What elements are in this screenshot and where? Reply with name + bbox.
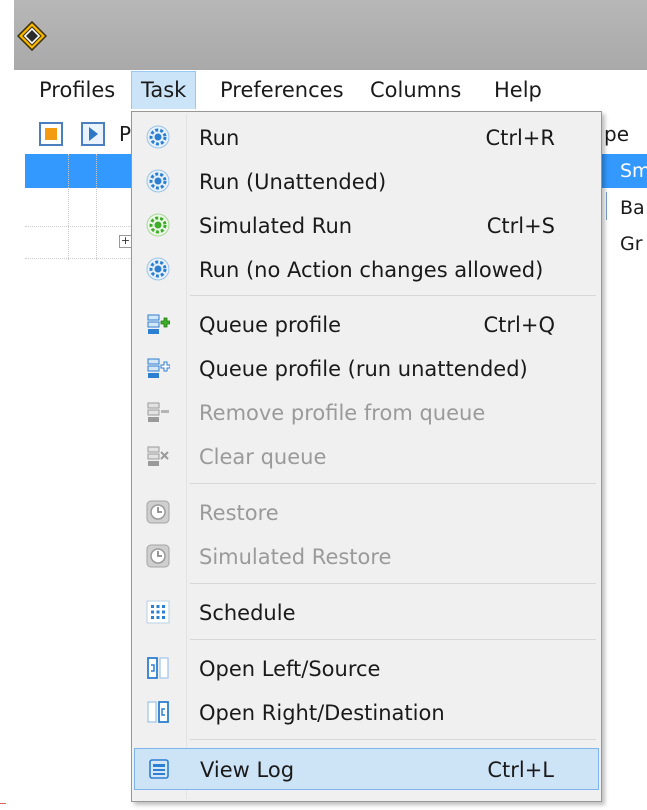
menu-item-run-no-action-changes[interactable]: Run (no Action changes allowed)	[134, 249, 599, 291]
view-log-icon	[149, 759, 169, 779]
menu-item-open-right-destination[interactable]: Open Right/Destination	[134, 692, 599, 734]
menu-separator	[190, 483, 596, 484]
menu-item-label: Run (no Action changes allowed)	[199, 258, 544, 282]
menu-item-run-unattended[interactable]: Run (Unattended)	[134, 161, 599, 203]
stop-icon[interactable]	[39, 122, 63, 146]
menu-item-label: Clear queue	[199, 445, 327, 469]
menu-item-clear-queue[interactable]: Clear queue	[134, 436, 599, 478]
menu-item-view-log[interactable]: View Log Ctrl+L	[134, 748, 599, 790]
menu-item-label: Queue profile	[199, 313, 341, 337]
grid-line	[25, 226, 135, 227]
menu-item-shortcut: Ctrl+Q	[483, 313, 556, 337]
menu-item-label: Run	[199, 126, 240, 150]
queue-clear-icon	[147, 446, 169, 466]
grid-line	[68, 154, 69, 260]
menu-item-label: Simulated Restore	[199, 545, 392, 569]
play-icon[interactable]	[81, 122, 105, 146]
column-header-right: pe	[604, 122, 629, 146]
menu-item-label: Schedule	[199, 601, 296, 625]
edge-marker	[0, 803, 6, 804]
queue-remove-icon	[147, 402, 169, 422]
menu-item-label: Restore	[199, 501, 279, 525]
schedule-grid-icon	[146, 600, 170, 624]
menu-profiles[interactable]: Profiles	[30, 72, 124, 108]
menu-separator	[190, 739, 596, 740]
menu-help[interactable]: Help	[485, 72, 551, 108]
menu-item-label: Simulated Run	[199, 214, 353, 238]
menu-item-shortcut: Ctrl+S	[486, 214, 555, 238]
menu-item-queue-profile-unattended[interactable]: Queue profile (run unattended)	[134, 348, 599, 390]
menu-task[interactable]: Task	[131, 71, 197, 109]
app-logo-icon	[17, 21, 47, 51]
table-row[interactable]: Gr	[620, 233, 643, 255]
grid-line	[96, 154, 97, 260]
menu-item-label: Queue profile (run unattended)	[199, 357, 528, 381]
menu-item-simulated-run[interactable]: Simulated Run Ctrl+S	[134, 205, 599, 247]
menu-item-open-left-source[interactable]: Open Left/Source	[134, 648, 599, 690]
cell-border	[606, 192, 607, 220]
table-row[interactable]: Sm	[620, 160, 647, 182]
menu-columns[interactable]: Columns	[361, 72, 470, 108]
menu-separator	[190, 583, 596, 584]
menu-bar: Profiles Task Preferences Columns Help	[25, 70, 647, 113]
menu-item-shortcut: Ctrl+L	[487, 758, 554, 782]
menu-item-schedule[interactable]: Schedule	[134, 592, 599, 634]
column-header-left: P	[119, 122, 132, 146]
queue-add-outline-icon	[147, 358, 170, 378]
title-bar	[14, 0, 647, 70]
menu-separator	[190, 639, 596, 640]
menu-item-label: Run (Unattended)	[199, 170, 387, 194]
clock-restore-icon	[146, 500, 170, 524]
menu-item-remove-from-queue[interactable]: Remove profile from queue	[134, 392, 599, 434]
table-row[interactable]: Ba	[620, 197, 645, 219]
menu-item-simulated-restore[interactable]: Simulated Restore	[134, 536, 599, 578]
menu-item-label: Open Left/Source	[199, 657, 381, 681]
gear-icon	[146, 125, 170, 149]
menu-preferences[interactable]: Preferences	[211, 72, 353, 108]
gear-green-icon	[146, 213, 170, 237]
menu-separator	[190, 295, 596, 296]
open-left-icon	[147, 657, 169, 679]
grid-line	[25, 258, 135, 259]
queue-add-icon	[147, 314, 170, 334]
menu-item-run[interactable]: Run Ctrl+R	[134, 117, 599, 159]
menu-item-label: Remove profile from queue	[199, 401, 486, 425]
gear-icon	[146, 169, 170, 193]
menu-item-queue-profile[interactable]: Queue profile Ctrl+Q	[134, 304, 599, 346]
menu-item-label: View Log	[200, 758, 295, 782]
clock-restore-icon	[146, 544, 170, 568]
window-edge	[0, 0, 14, 810]
open-right-icon	[147, 701, 169, 723]
menu-item-restore[interactable]: Restore	[134, 492, 599, 534]
menu-item-label: Open Right/Destination	[199, 701, 445, 725]
menu-item-shortcut: Ctrl+R	[485, 126, 555, 150]
gear-icon	[146, 257, 170, 281]
task-menu-dropdown: Run Ctrl+R Run (Unattended) Simulated Ru…	[131, 111, 602, 802]
